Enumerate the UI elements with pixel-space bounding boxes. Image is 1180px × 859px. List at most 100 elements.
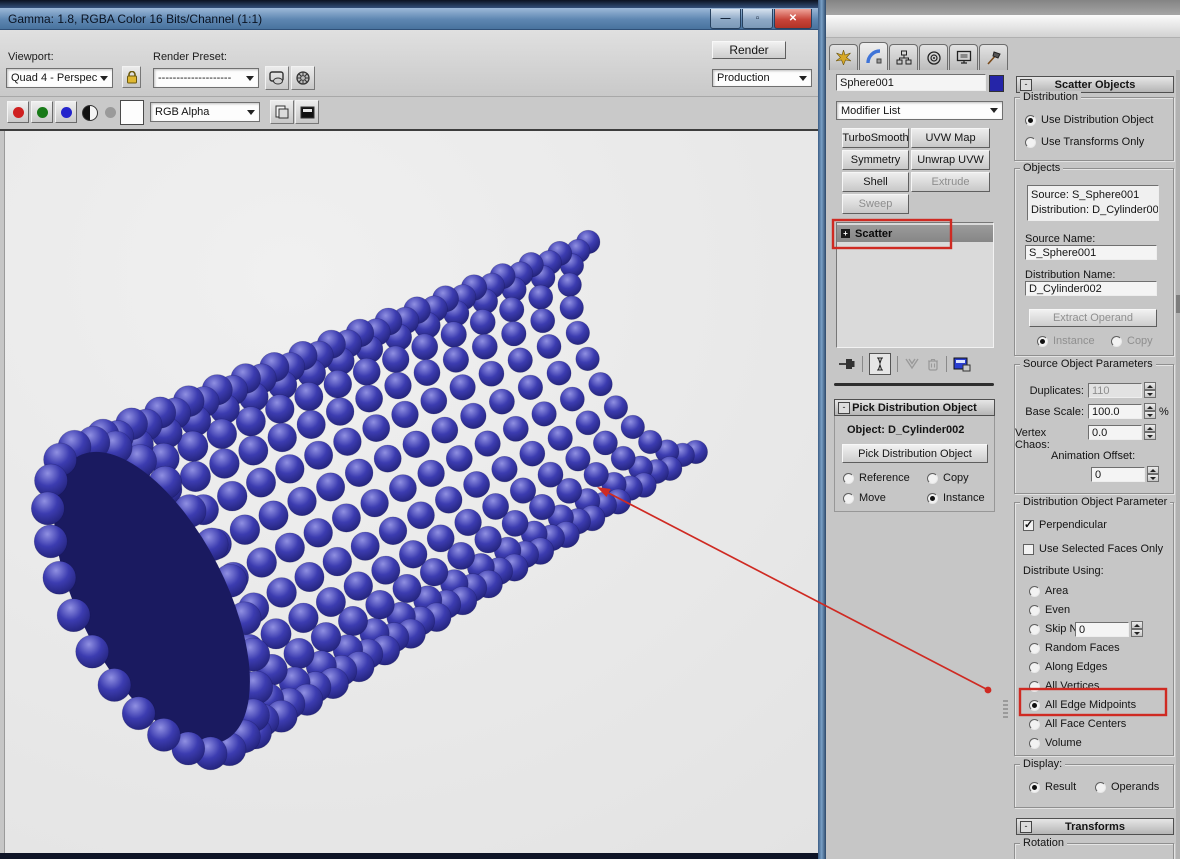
radio-label: Instance [1053,335,1095,347]
expand-icon[interactable]: + [841,229,850,238]
base-scale-field[interactable]: 100.0 [1088,404,1142,419]
modifier-list-select[interactable]: Modifier List [836,101,1003,120]
panel-scrollbar[interactable] [1176,70,1180,859]
tab-display[interactable] [949,44,978,70]
checkbox-use-selected-faces[interactable]: Use Selected Faces Only [1023,543,1163,555]
radio-label: Along Edges [1045,661,1108,673]
modifier-button-turbosmooth[interactable]: TurboSmooth [842,128,909,148]
radio-all-vertices[interactable]: All Vertices [1029,680,1099,692]
base-scale-spinner[interactable] [1144,403,1156,419]
collapse-icon[interactable]: - [1020,821,1032,833]
object-color-swatch[interactable] [989,75,1004,92]
radio-use-transforms-only[interactable]: Use Transforms Only [1025,136,1144,148]
radio-move[interactable]: Move [843,492,886,504]
pin-stack-icon[interactable] [838,356,856,372]
modifier-button-label: Unwrap UVW [917,154,984,166]
modifier-button-symmetry[interactable]: Symmetry [842,150,909,170]
tab-utilities[interactable] [979,44,1008,70]
clear-color-swatch[interactable] [120,100,144,125]
radio-operands[interactable]: Operands [1095,781,1159,793]
checkbox-perpendicular[interactable]: Perpendicular [1023,518,1107,531]
transforms-rollout-header[interactable]: - Transforms [1016,818,1174,835]
duplicates-field[interactable]: 110 [1088,383,1142,398]
radio-icon [843,472,854,484]
modifier-stack[interactable]: + Scatter [836,222,994,348]
restore-button[interactable]: ▫ [742,9,773,29]
skip-n-spinner[interactable] [1131,621,1143,637]
show-end-result-icon [877,357,883,371]
render-preset-select[interactable]: -------------------- [153,68,259,88]
render-button[interactable]: Render [712,41,786,59]
lock-viewport-button[interactable] [122,66,141,88]
clone-frame-button[interactable] [270,100,294,124]
window-right-border [818,0,826,859]
tab-modify[interactable] [859,42,888,70]
close-button[interactable]: ✕ [774,9,812,29]
operand-source[interactable]: Source: S_Sphere001 [1031,188,1155,203]
pick-distribution-object-button[interactable]: Pick Distribution Object [842,444,988,463]
window-top-border [0,0,826,8]
alpha-channel-button[interactable] [105,107,116,118]
collapse-icon[interactable]: - [1020,79,1032,91]
radio-copy[interactable]: Copy [927,472,969,484]
render-setup-button[interactable] [265,66,289,90]
source-name-field[interactable]: S_Sphere001 [1025,245,1157,260]
layers-button[interactable] [295,100,319,124]
operands-list[interactable]: Source: S_Sphere001 Distribution: D_Cyli… [1027,185,1159,221]
scrollbar-thumb[interactable] [1176,295,1180,313]
radio-reference[interactable]: Reference [843,472,910,484]
collapse-icon[interactable]: - [838,402,850,414]
green-channel-button[interactable] [31,101,53,123]
distribution-name-field[interactable]: D_Cylinder002 [1025,281,1157,296]
radio-all-face-centers[interactable]: All Face Centers [1029,718,1126,730]
vertex-chaos-field[interactable]: 0.0 [1088,425,1142,440]
radio-skip-n[interactable]: Skip N: [1029,623,1080,635]
stack-item-scatter[interactable]: + Scatter [837,225,993,242]
red-channel-button[interactable] [7,101,29,123]
radio-random-faces[interactable]: Random Faces [1029,642,1120,654]
radio-label: Operands [1111,781,1160,793]
radio-area[interactable]: Area [1029,585,1068,597]
pick-distribution-rollout-header[interactable]: - Pick Distribution Object [834,399,995,416]
channel-display-select[interactable]: RGB Alpha [150,102,260,122]
radio-result[interactable]: Result [1029,781,1076,793]
animation-offset-spinner[interactable] [1147,466,1159,482]
animation-offset-field[interactable]: 0 [1091,467,1145,482]
viewport-select[interactable]: Quad 4 - Perspec [6,68,113,88]
environment-button[interactable] [291,66,315,90]
radio-label: All Edge Midpoints [1045,699,1137,711]
duplicates-spinner[interactable] [1144,382,1156,398]
window-titlebar[interactable]: Gamma: 1.8, RGBA Color 16 Bits/Channel (… [0,8,818,30]
radio-icon [843,492,854,504]
skip-n-field[interactable]: 0 [1075,622,1129,637]
blue-channel-button[interactable] [55,101,77,123]
group-title: Distribution Object Parameter [1020,496,1171,509]
object-name-field[interactable]: Sphere001 [836,74,986,91]
checkbox-label: Use Selected Faces Only [1039,543,1164,555]
render-preset-label: Render Preset: [153,51,227,63]
render-mode-select[interactable]: Production [712,69,812,87]
monochrome-button[interactable] [82,105,98,121]
vertex-chaos-spinner[interactable] [1144,424,1156,440]
radio-volume[interactable]: Volume [1029,737,1082,749]
operand-distribution[interactable]: Distribution: D_Cylinder00 [1031,203,1158,218]
minimize-button[interactable]: — [710,9,741,29]
configure-modifier-sets-icon[interactable] [953,357,971,372]
modifier-button-unwrapuvw[interactable]: Unwrap UVW [911,150,990,170]
radio-icon [1029,623,1040,635]
tab-motion[interactable] [919,44,948,70]
radio-even[interactable]: Even [1029,604,1070,616]
modifier-button-uvwmap[interactable]: UVW Map [911,128,990,148]
radio-icon [1029,642,1040,654]
radio-along-edges[interactable]: Along Edges [1029,661,1107,673]
modifier-button-shell[interactable]: Shell [842,172,909,192]
tab-hierarchy[interactable] [889,44,918,70]
radio-use-distribution-object[interactable]: Use Distribution Object [1025,114,1154,126]
radio-label: Use Distribution Object [1041,114,1154,126]
radio-instance[interactable]: Instance [927,492,985,504]
radio-icon [1025,136,1036,148]
column-splitter[interactable] [1003,700,1008,718]
radio-all-edge-midpoints[interactable]: All Edge Midpoints [1029,699,1136,711]
show-end-result-button[interactable] [869,353,891,375]
tab-create[interactable] [829,44,858,70]
